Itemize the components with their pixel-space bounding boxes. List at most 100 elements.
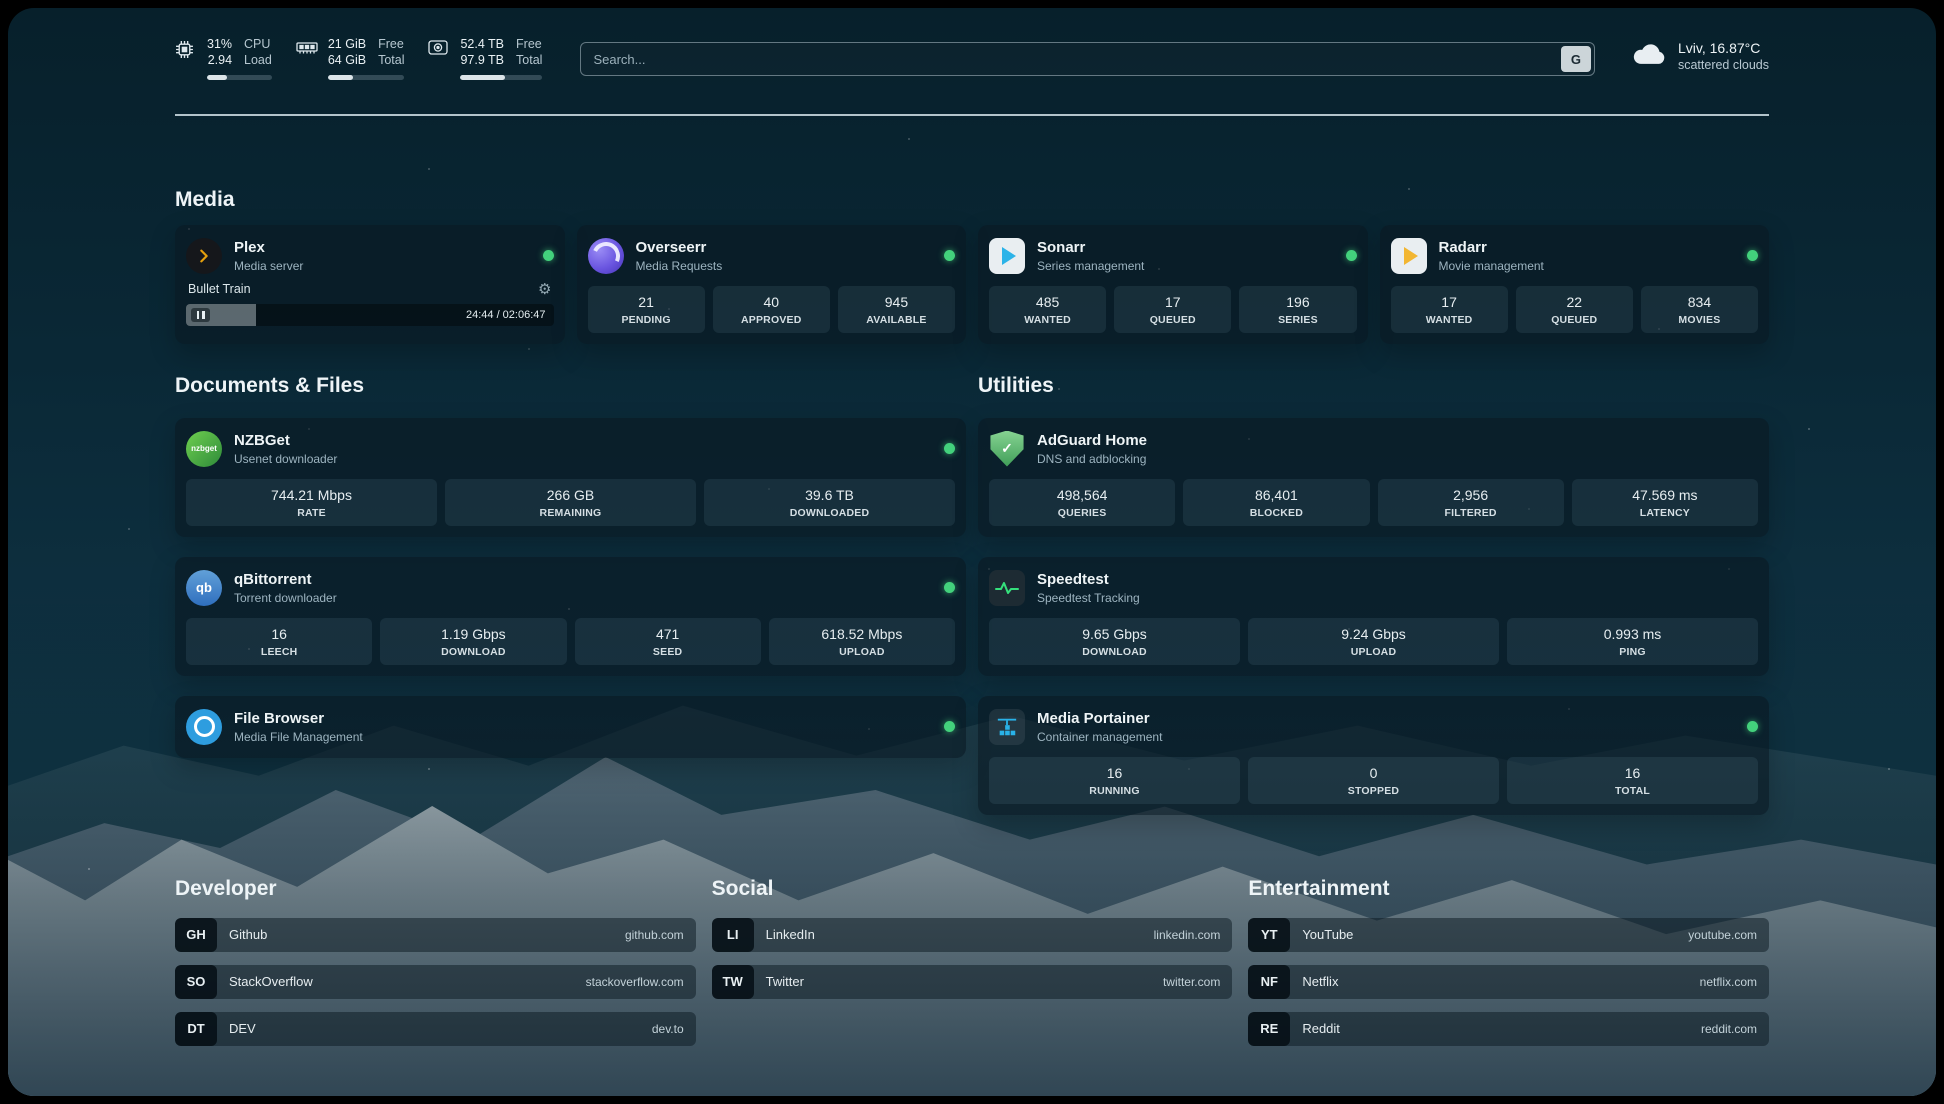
bookmark-reddit[interactable]: RE Reddit reddit.com bbox=[1248, 1012, 1769, 1046]
radarr-icon bbox=[1391, 238, 1427, 274]
disk-total-label: Total bbox=[516, 52, 542, 68]
ram-free-value: 21 GiB bbox=[328, 36, 366, 52]
search-bar: G bbox=[580, 42, 1595, 76]
app-subtitle: Media Requests bbox=[636, 259, 723, 273]
status-dot-online bbox=[1747, 250, 1758, 261]
media-grid: Plex Media server Bullet Train ⚙ 24:44 /… bbox=[175, 225, 1769, 344]
cpu-progress-fill bbox=[207, 75, 227, 80]
section-title-social: Social bbox=[712, 877, 1233, 901]
dev-icon: DT bbox=[175, 1012, 217, 1046]
portainer-icon bbox=[989, 709, 1025, 745]
stat-blocked: 86,401 BLOCKED bbox=[1183, 479, 1369, 526]
stat-pending: 21 PENDING bbox=[588, 286, 705, 333]
app-name: Overseerr bbox=[636, 239, 723, 256]
stat-upload: 9.24 Gbps UPLOAD bbox=[1248, 618, 1499, 665]
stat-total: 16 TOTAL bbox=[1507, 757, 1758, 804]
playback-time: 24:44 / 02:06:47 bbox=[466, 304, 546, 326]
bookmark-group-entertainment: Entertainment YT YouTube youtube.com NF … bbox=[1248, 877, 1769, 1046]
playback-progress-bar[interactable]: 24:44 / 02:06:47 bbox=[186, 304, 554, 326]
netflix-icon: NF bbox=[1248, 965, 1290, 999]
app-name: Speedtest bbox=[1037, 571, 1140, 588]
ram-icon bbox=[296, 40, 318, 55]
speedtest-icon bbox=[989, 570, 1025, 606]
search-engine-button[interactable]: G bbox=[1561, 46, 1591, 72]
status-dot-online bbox=[944, 443, 955, 454]
stat-queued: 17 QUEUED bbox=[1114, 286, 1231, 333]
bookmark-linkedin[interactable]: LI LinkedIn linkedin.com bbox=[712, 918, 1233, 952]
disk-icon bbox=[428, 40, 450, 55]
app-card-speedtest[interactable]: Speedtest Speedtest Tracking 9.65 Gbps D… bbox=[978, 557, 1769, 676]
stat-download: 9.65 Gbps DOWNLOAD bbox=[989, 618, 1240, 665]
overseerr-icon bbox=[588, 238, 624, 274]
app-card-adguard[interactable]: ✓ AdGuard Home DNS and adblocking 498,56… bbox=[978, 418, 1769, 537]
cpu-monitor: 31% 2.94 CPU Load bbox=[175, 36, 272, 80]
disk-progress-track bbox=[460, 75, 542, 80]
app-subtitle: Movie management bbox=[1439, 259, 1544, 273]
app-name: qBittorrent bbox=[234, 571, 337, 588]
app-card-qbittorrent[interactable]: qb qBittorrent Torrent downloader 16 LEE… bbox=[175, 557, 966, 676]
app-card-nzbget[interactable]: nzbget NZBGet Usenet downloader 744.21 M… bbox=[175, 418, 966, 537]
bookmark-netflix[interactable]: NF Netflix netflix.com bbox=[1248, 965, 1769, 999]
stackoverflow-icon: SO bbox=[175, 965, 217, 999]
app-card-plex[interactable]: Plex Media server Bullet Train ⚙ 24:44 /… bbox=[175, 225, 565, 344]
stat-latency: 47.569 ms LATENCY bbox=[1572, 479, 1758, 526]
cpu-label: CPU bbox=[244, 36, 270, 52]
disk-free-value: 52.4 TB bbox=[460, 36, 504, 52]
app-card-overseerr[interactable]: Overseerr Media Requests 21 PENDING 40 A… bbox=[577, 225, 967, 344]
stat-wanted: 485 WANTED bbox=[989, 286, 1106, 333]
stat-rate: 744.21 Mbps RATE bbox=[186, 479, 437, 526]
top-bar: 31% 2.94 CPU Load bbox=[175, 8, 1769, 80]
section-title-documents: Documents & Files bbox=[175, 374, 966, 398]
section-title-entertainment: Entertainment bbox=[1248, 877, 1769, 901]
app-name: Radarr bbox=[1439, 239, 1544, 256]
status-dot-online bbox=[1747, 721, 1758, 732]
app-name: Plex bbox=[234, 239, 303, 256]
bookmark-youtube[interactable]: YT YouTube youtube.com bbox=[1248, 918, 1769, 952]
now-playing-title: Bullet Train bbox=[188, 282, 251, 296]
stat-ping: 0.993 ms PING bbox=[1507, 618, 1758, 665]
bookmark-group-developer: Developer GH Github github.com SO StackO… bbox=[175, 877, 696, 1046]
filebrowser-icon bbox=[186, 709, 222, 745]
app-card-filebrowser[interactable]: File Browser Media File Management bbox=[175, 696, 966, 758]
ram-total-label: Total bbox=[378, 52, 404, 68]
app-subtitle: Container management bbox=[1037, 730, 1162, 744]
utilities-column: Utilities ✓ AdGuard Home DNS and adblock… bbox=[978, 374, 1769, 815]
bookmark-group-social: Social LI LinkedIn linkedin.com TW Twitt… bbox=[712, 877, 1233, 1046]
cpu-progress-track bbox=[207, 75, 272, 80]
status-dot-online bbox=[944, 721, 955, 732]
disk-total-value: 97.9 TB bbox=[460, 52, 504, 68]
app-subtitle: Speedtest Tracking bbox=[1037, 591, 1140, 605]
stat-series: 196 SERIES bbox=[1239, 286, 1356, 333]
app-card-sonarr[interactable]: Sonarr Series management 485 WANTED 17 Q… bbox=[978, 225, 1368, 344]
section-title-media: Media bbox=[175, 188, 1769, 212]
stat-upload: 618.52 Mbps UPLOAD bbox=[769, 618, 955, 665]
bookmark-github[interactable]: GH Github github.com bbox=[175, 918, 696, 952]
linkedin-icon: LI bbox=[712, 918, 754, 952]
github-icon: GH bbox=[175, 918, 217, 952]
stat-running: 16 RUNNING bbox=[989, 757, 1240, 804]
bookmark-twitter[interactable]: TW Twitter twitter.com bbox=[712, 965, 1233, 999]
settings-gear-icon[interactable]: ⚙ bbox=[538, 282, 551, 297]
app-card-radarr[interactable]: Radarr Movie management 17 WANTED 22 QUE… bbox=[1380, 225, 1770, 344]
bookmark-dev[interactable]: DT DEV dev.to bbox=[175, 1012, 696, 1046]
disk-free-label: Free bbox=[516, 36, 542, 52]
cpu-load-value: 2.94 bbox=[208, 52, 232, 68]
status-dot-online bbox=[944, 250, 955, 261]
weather-widget: Lviv, 16.87°C scattered clouds bbox=[1631, 40, 1769, 72]
pause-icon[interactable] bbox=[191, 308, 210, 322]
cloud-icon bbox=[1631, 41, 1667, 71]
dashboard-canvas: 31% 2.94 CPU Load bbox=[8, 8, 1936, 1096]
search-input[interactable] bbox=[580, 42, 1595, 76]
stat-downloaded: 39.6 TB DOWNLOADED bbox=[704, 479, 955, 526]
stat-approved: 40 APPROVED bbox=[713, 286, 830, 333]
status-dot-online bbox=[1346, 250, 1357, 261]
ram-monitor: 21 GiB 64 GiB Free Total bbox=[296, 36, 405, 80]
app-card-portainer[interactable]: Media Portainer Container management 16 … bbox=[978, 696, 1769, 815]
section-title-utilities: Utilities bbox=[978, 374, 1769, 398]
disk-monitor: 52.4 TB 97.9 TB Free Total bbox=[428, 36, 542, 80]
cpu-percent: 31% bbox=[207, 36, 232, 52]
bookmark-stackoverflow[interactable]: SO StackOverflow stackoverflow.com bbox=[175, 965, 696, 999]
stat-leech: 16 LEECH bbox=[186, 618, 372, 665]
ram-total-value: 64 GiB bbox=[328, 52, 366, 68]
stat-seed: 471 SEED bbox=[575, 618, 761, 665]
